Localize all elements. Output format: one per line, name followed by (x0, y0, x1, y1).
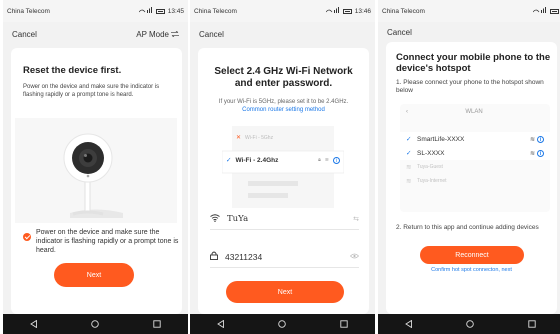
ap-mode-switch[interactable]: AP Mode (136, 30, 179, 39)
wlan-network-row: ✓ SL-XXXX ≋ i (400, 146, 550, 160)
home-icon[interactable] (278, 315, 287, 333)
top-bar: Cancel AP Mode (3, 22, 188, 46)
cross-icon: ✕ (236, 135, 242, 141)
wlan-illustration: ‹ WLAN ✓ SmartLife-XXXX ≋ i ✓ SL-XXXX ≋ i … (400, 104, 550, 212)
network-name: Tuya-Internet (417, 178, 447, 184)
carrier-label: China Telecom (382, 7, 425, 15)
eye-icon[interactable] (349, 253, 360, 261)
network-name: SmartLife-XXXX (417, 135, 465, 143)
wifi-icon: ≋ (406, 164, 412, 171)
network-name: SL-XXXX (417, 149, 445, 157)
signal-icon (325, 7, 340, 15)
content-card: Select 2.4 GHz Wi-Fi Network and enter p… (198, 48, 369, 314)
password-field[interactable]: 43211234 (210, 246, 360, 268)
next-button[interactable]: Next (54, 263, 134, 287)
wlan-network-row: ≋ Tuya-Internet (400, 174, 550, 188)
carrier-label: China Telecom (194, 7, 237, 15)
ssid-field[interactable]: TuYa ⇆ (210, 208, 359, 230)
screen-reset-device: China Telecom 13:45 Cancel AP Mode Reset… (3, 0, 188, 334)
instruction-text: Power on the device and make sure the in… (23, 84, 160, 98)
confirm-hotspot-link[interactable]: Confirm hot spot connecton, next (386, 267, 557, 273)
wifi-icon: ≋ (324, 157, 329, 163)
top-bar: Cancel (190, 22, 375, 46)
nav-bar (190, 314, 375, 334)
swap-icon (171, 30, 179, 39)
home-icon[interactable] (466, 315, 475, 333)
recents-icon[interactable] (340, 315, 348, 333)
info-icon: i (333, 156, 340, 164)
nav-bar (378, 314, 560, 334)
signal-icon (532, 7, 547, 15)
wifi-icon: ≋ (529, 150, 535, 157)
wifi-icon: ≋ (406, 178, 412, 185)
recents-icon[interactable] (153, 315, 161, 333)
screen-wifi-password: China Telecom 13:46 Cancel Select 2.4 GH… (190, 0, 375, 334)
battery-icon (550, 8, 559, 14)
info-icon: i (537, 149, 544, 157)
confirm-checkbox-row[interactable]: Power on the device and make sure the in… (23, 228, 183, 255)
ssid-value: TuYa (227, 213, 249, 224)
check-icon: ✓ (406, 150, 412, 157)
home-icon[interactable] (91, 315, 100, 333)
network-name: Tuya-Guest (417, 164, 443, 170)
wifi-5ghz-label: Wi-Fi - 5Ghz (245, 134, 274, 141)
step-2-text: 2. Return to this app and continue addin… (396, 224, 539, 231)
next-button[interactable]: Next (226, 281, 344, 303)
wlan-network-row: ✓ SmartLife-XXXX ≋ i (400, 132, 550, 146)
wlan-title: WLAN (465, 109, 483, 115)
cancel-button[interactable]: Cancel (199, 30, 224, 39)
router-setting-link[interactable]: Common router setting method (242, 107, 325, 113)
cancel-button[interactable]: Cancel (12, 30, 37, 39)
info-icon: i (537, 135, 544, 143)
lock-icon: 🔒︎ (318, 157, 321, 163)
password-value: 43211234 (225, 251, 263, 262)
reconnect-button[interactable]: Reconnect (420, 246, 524, 264)
status-bar: China Telecom 13:46 (190, 0, 375, 22)
note-text: If your Wi-Fi is 5GHz, please set it to … (218, 99, 349, 105)
page-title: Reset the device first. (23, 65, 122, 76)
signal-icon (138, 7, 153, 15)
status-bar: China Telecom 13:45 (3, 0, 188, 22)
carrier-label: China Telecom (7, 7, 50, 15)
wifi-icon: ≋ (529, 136, 535, 143)
step-1-text: 1. Please connect your phone to the hots… (396, 79, 544, 94)
nav-bar (3, 314, 188, 334)
wifi-band-illustration: ✕ Wi-Fi - 5Ghz ✓ Wi-Fi - 2.4Ghz 🔒︎ ≋ i (221, 126, 345, 208)
content-card: Reset the device first. Power on the dev… (11, 48, 182, 314)
battery-icon (342, 8, 352, 14)
camera-icon (15, 118, 177, 223)
recents-icon[interactable] (528, 315, 536, 333)
check-icon: ✓ (226, 157, 232, 164)
check-icon: ✓ (406, 136, 412, 143)
back-icon[interactable] (29, 315, 38, 333)
cancel-button[interactable]: Cancel (387, 28, 412, 37)
screen-connect-hotspot: China Telecom Cancel Connect your mobile… (378, 0, 560, 334)
ap-mode-label: AP Mode (136, 29, 169, 39)
device-illustration (15, 118, 177, 223)
back-icon[interactable] (216, 315, 225, 333)
status-bar: China Telecom (378, 0, 560, 22)
wifi-24ghz-label: Wi-Fi - 2.4Ghz (235, 156, 279, 164)
wlan-header: ‹ WLAN (400, 104, 550, 120)
wifi-24ghz-row: ✓ Wi-Fi - 2.4Ghz 🔒︎ ≋ i (226, 156, 340, 164)
page-title: Select 2.4 GHz Wi-Fi Network and enter p… (214, 66, 353, 89)
switch-network-icon[interactable]: ⇆ (353, 215, 359, 223)
top-bar: Cancel (378, 22, 560, 42)
content-card: Connect your mobile phone to the device'… (386, 42, 557, 314)
wifi-band-note: If your Wi-Fi is 5GHz, please set it to … (208, 98, 359, 114)
battery-icon (155, 8, 165, 14)
back-icon[interactable] (404, 315, 413, 333)
wifi-5ghz-row: ✕ Wi-Fi - 5Ghz (236, 134, 274, 142)
page-title: Connect your mobile phone to the device'… (396, 52, 551, 74)
lock-icon (210, 251, 218, 262)
checked-icon[interactable] (23, 233, 31, 241)
confirm-label: Power on the device and make sure the in… (36, 229, 179, 254)
clock: 13:45 (167, 7, 184, 15)
wifi-icon (210, 213, 220, 224)
wlan-network-row: ≋ Tuya-Guest (400, 160, 550, 174)
clock: 13:46 (354, 7, 371, 15)
